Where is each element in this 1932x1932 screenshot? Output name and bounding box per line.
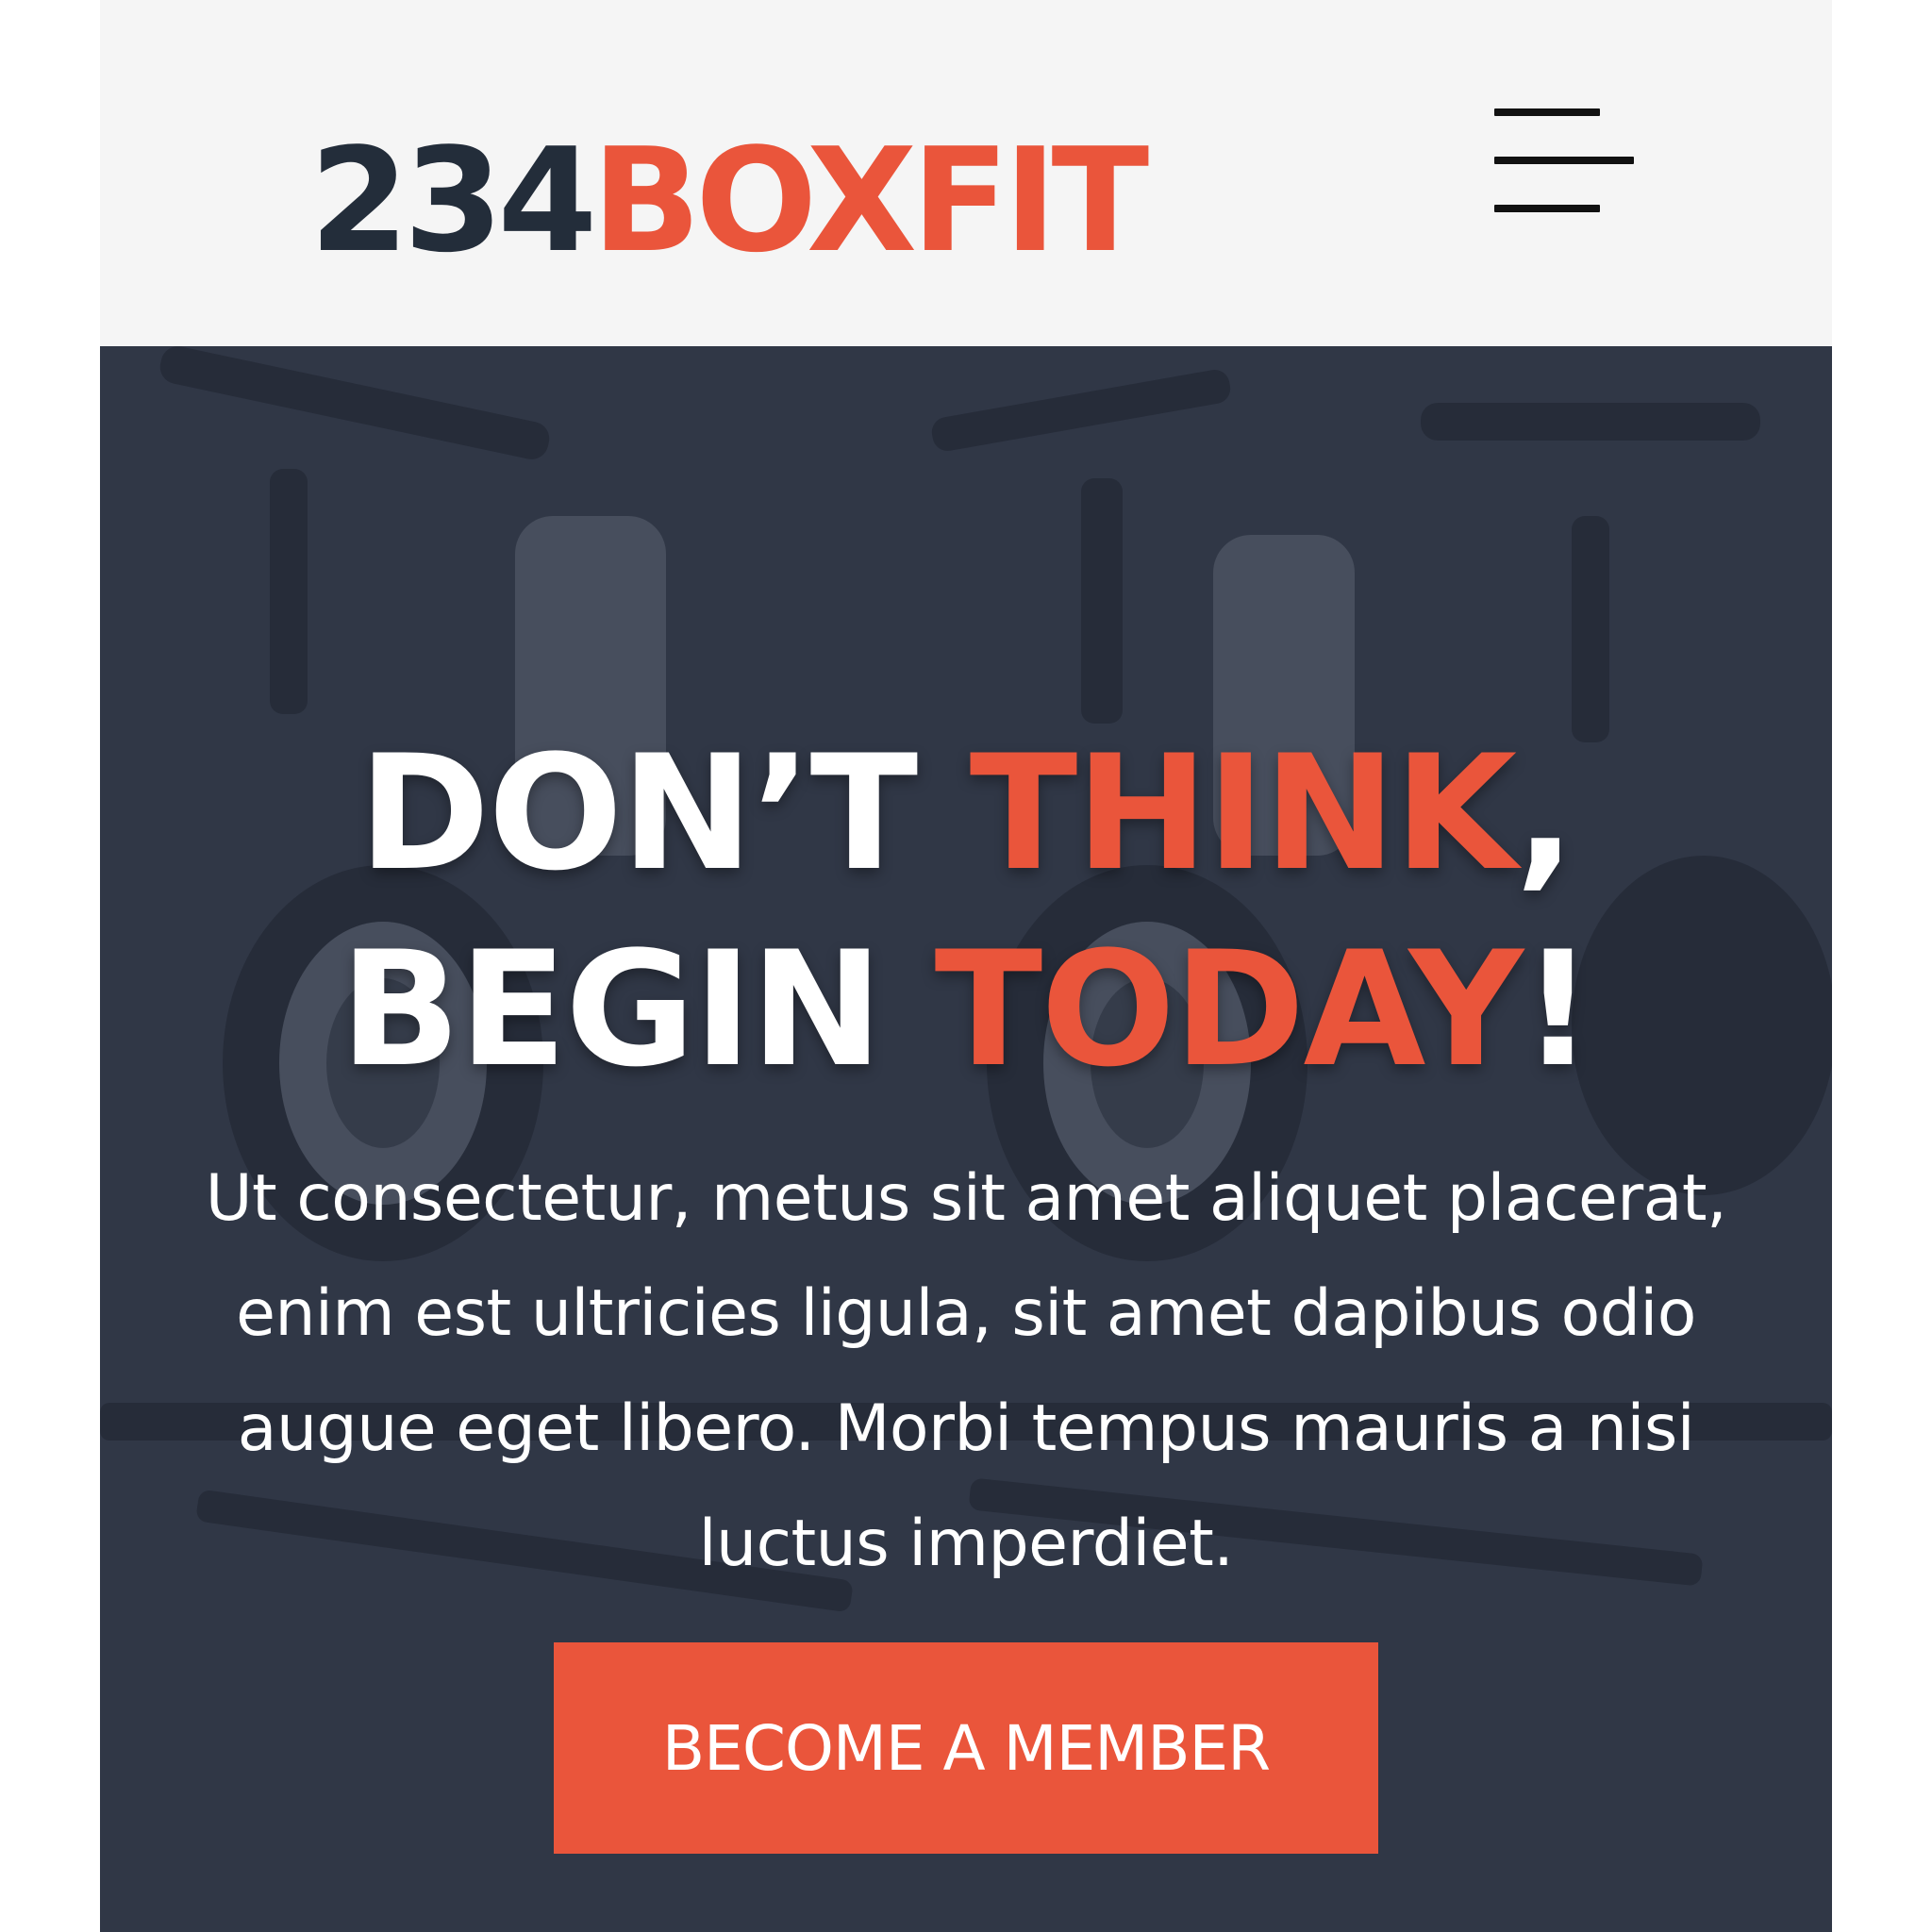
hero-lead-text: Ut consectetur, metus sit amet aliquet p… bbox=[205, 1161, 1727, 1581]
menu-bar-top bbox=[1494, 108, 1600, 116]
logo-number: 234 bbox=[309, 117, 597, 284]
headline-comma: , bbox=[1515, 720, 1575, 906]
site-header: 234 BOXFIT bbox=[100, 42, 1832, 346]
hero-content: DON’T THINK, BEGIN TODAY! Ut consectetur… bbox=[100, 346, 1832, 1932]
menu-bar-bottom bbox=[1494, 205, 1600, 212]
headline-word-think: THINK bbox=[969, 720, 1517, 906]
headline-word-today: TODAY bbox=[934, 916, 1524, 1102]
logo-word: BOXFIT bbox=[591, 117, 1149, 284]
headline-line-2: BEGIN TODAY! bbox=[100, 911, 1832, 1108]
headline-word-dont: DON’T bbox=[358, 720, 970, 906]
menu-bar-middle bbox=[1494, 157, 1634, 164]
headline-exclamation: ! bbox=[1522, 916, 1594, 1102]
hamburger-menu-icon[interactable] bbox=[1494, 108, 1636, 212]
hero-headline: DON’T THINK, BEGIN TODAY! bbox=[100, 715, 1832, 1108]
page: 234 BOXFIT DON’T THINK, BEGIN TODAY! Ut … bbox=[100, 0, 1832, 1932]
become-member-button[interactable]: BECOME A MEMBER bbox=[554, 1642, 1378, 1854]
brand-logo[interactable]: 234 BOXFIT bbox=[309, 116, 1149, 286]
headline-word-begin: BEGIN bbox=[340, 916, 935, 1102]
hero-section: DON’T THINK, BEGIN TODAY! Ut consectetur… bbox=[100, 346, 1832, 1932]
headline-line-1: DON’T THINK, bbox=[100, 715, 1832, 911]
